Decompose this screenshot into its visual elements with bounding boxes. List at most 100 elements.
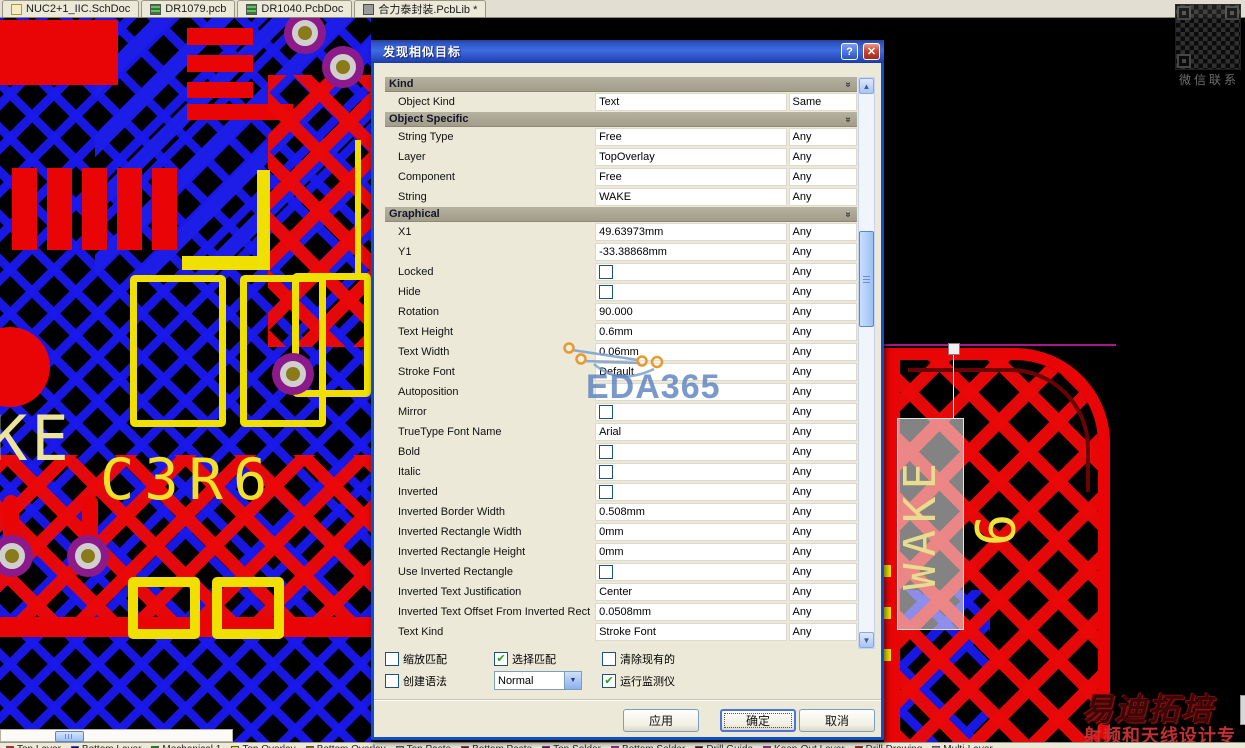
match-mode-field[interactable]: Any — [788, 523, 857, 541]
help-button[interactable]: ? — [841, 43, 858, 60]
property-value-field[interactable]: 90.000 — [595, 303, 787, 321]
property-value-field[interactable]: Free — [595, 168, 787, 186]
property-value-field[interactable]: TopOverlay — [595, 148, 787, 166]
scroll-down-button[interactable]: ▼ — [859, 632, 874, 648]
layer-tab[interactable]: Top Paste — [395, 744, 451, 748]
via[interactable] — [75, 543, 101, 569]
match-mode-field[interactable]: Any — [788, 463, 857, 481]
property-value-field[interactable] — [595, 263, 787, 281]
dialog-button[interactable]: 确定 — [720, 709, 796, 732]
pcb-canvas-right[interactable]: WAKE 6 — [884, 17, 1245, 748]
property-value-field[interactable] — [595, 563, 787, 581]
property-value-field[interactable] — [595, 443, 787, 461]
match-mode-field[interactable]: Any — [788, 443, 857, 461]
horizontal-scrollbar[interactable] — [0, 729, 233, 742]
collapse-chevron-icon[interactable]: » — [843, 81, 854, 87]
property-value-field[interactable]: Default — [595, 363, 787, 381]
match-mode-field[interactable]: Any — [788, 583, 857, 601]
layer-tab[interactable]: Bottom Paste — [461, 744, 532, 748]
layer-tab[interactable]: Top Overlay — [231, 744, 296, 748]
property-value-field[interactable]: Text — [595, 93, 787, 111]
match-mode-field[interactable]: Any — [788, 303, 857, 321]
scrollbar-thumb[interactable] — [859, 231, 874, 327]
property-value-field[interactable] — [595, 483, 787, 501]
property-value-field[interactable]: 0.6mm — [595, 323, 787, 341]
document-tab[interactable]: NUC2+1_IIC.SchDoc — [2, 0, 140, 17]
match-mode-field[interactable]: Any — [788, 483, 857, 501]
option-checkbox-item[interactable]: 缩放匹配 — [385, 651, 447, 667]
layer-tab[interactable]: Bottom Solder — [610, 744, 685, 748]
option-checkbox-item[interactable]: 清除现有的 — [602, 651, 675, 667]
layer-tab[interactable]: Mechanical 1 — [151, 744, 221, 748]
match-mode-field[interactable]: Any — [788, 128, 857, 146]
value-checkbox[interactable] — [599, 445, 614, 459]
silk-text-partial[interactable]: KE — [0, 408, 73, 470]
match-mode-field[interactable]: Any — [788, 423, 857, 441]
property-value-field[interactable]: 49.63973mm — [595, 223, 787, 241]
option-checkbox[interactable] — [602, 652, 616, 666]
dialog-titlebar[interactable]: 发现相似目标 ? ✕ — [371, 40, 884, 63]
value-checkbox[interactable] — [599, 565, 614, 579]
match-mode-field[interactable]: Any — [788, 323, 857, 341]
layer-tab[interactable]: Multi-Layer — [932, 744, 993, 748]
option-checkbox[interactable]: ✔ — [602, 674, 616, 688]
document-tab[interactable]: DR1040.PcbDoc — [237, 0, 353, 17]
layer-tab[interactable]: Top Layer — [6, 744, 61, 748]
property-value-field[interactable] — [595, 383, 787, 401]
silk-text-6[interactable]: 6 — [964, 514, 1027, 547]
property-value-field[interactable]: Arial — [595, 423, 787, 441]
selection-handle[interactable] — [948, 343, 960, 355]
match-mode-field[interactable]: Any — [788, 168, 857, 186]
match-mode-field[interactable]: Any — [788, 563, 857, 581]
via[interactable] — [330, 54, 356, 80]
match-mode-field[interactable]: Any — [788, 343, 857, 361]
property-value-field[interactable] — [595, 403, 787, 421]
option-checkbox-item[interactable]: ✔ 选择匹配 — [494, 651, 556, 667]
document-tab[interactable]: DR1079.pcb — [141, 0, 236, 17]
match-mode-field[interactable]: Any — [788, 243, 857, 261]
match-mode-field[interactable]: Any — [788, 383, 857, 401]
dialog-button[interactable]: 应用 — [623, 709, 699, 732]
layer-tab[interactable]: Bottom Overlay — [305, 744, 386, 748]
property-value-field[interactable] — [595, 463, 787, 481]
match-mode-field[interactable]: Any — [788, 503, 857, 521]
property-value-field[interactable] — [595, 283, 787, 301]
document-tab[interactable]: 合力泰封装.PcbLib * — [354, 0, 487, 17]
horizontal-scrollbar-thumb[interactable] — [55, 731, 84, 742]
scroll-up-button[interactable]: ▲ — [859, 78, 874, 94]
value-checkbox[interactable] — [599, 485, 614, 499]
layer-tab[interactable]: Drill Drawing — [854, 744, 922, 748]
value-checkbox[interactable] — [599, 405, 614, 419]
match-mode-field[interactable]: Any — [788, 603, 857, 621]
property-value-field[interactable]: 0mm — [595, 523, 787, 541]
property-value-field[interactable]: 0.508mm — [595, 503, 787, 521]
property-value-field[interactable]: 0mm — [595, 543, 787, 561]
collapse-chevron-icon[interactable]: » — [843, 211, 854, 217]
match-mode-field[interactable]: Any — [788, 148, 857, 166]
option-checkbox-item[interactable]: ✔ 运行监测仪 — [602, 673, 675, 689]
chevron-down-icon[interactable]: ▼ — [564, 672, 581, 689]
close-button[interactable]: ✕ — [863, 43, 880, 60]
option-checkbox[interactable]: ✔ — [494, 652, 508, 666]
property-value-field[interactable]: Center — [595, 583, 787, 601]
via[interactable] — [280, 361, 306, 387]
value-checkbox[interactable] — [599, 465, 614, 479]
silk-text-designator[interactable]: C3R6 — [100, 452, 277, 509]
option-checkbox-item[interactable]: 创建语法 — [385, 673, 447, 689]
property-value-field[interactable]: Free — [595, 128, 787, 146]
selected-silk-text[interactable]: WAKE — [895, 421, 961, 625]
property-value-field[interactable]: -33.38868mm — [595, 243, 787, 261]
via[interactable] — [292, 20, 318, 46]
layer-tab[interactable]: Bottom Layer — [70, 744, 141, 748]
property-value-field[interactable]: Stroke Font — [595, 623, 787, 641]
property-value-field[interactable]: 0.06mm — [595, 343, 787, 361]
match-mode-field[interactable]: Any — [788, 403, 857, 421]
dialog-scrollbar[interactable]: ▲ ▼ — [858, 77, 875, 649]
layer-tab[interactable]: Keep-Out Layer — [763, 744, 845, 748]
match-mode-dropdown[interactable]: Normal ▼ — [494, 671, 582, 690]
match-mode-field[interactable]: Same — [788, 93, 857, 111]
option-checkbox[interactable] — [385, 674, 399, 688]
value-checkbox[interactable] — [599, 285, 614, 299]
match-mode-field[interactable]: Any — [788, 623, 857, 641]
dialog-button[interactable]: 取消 — [799, 709, 875, 732]
